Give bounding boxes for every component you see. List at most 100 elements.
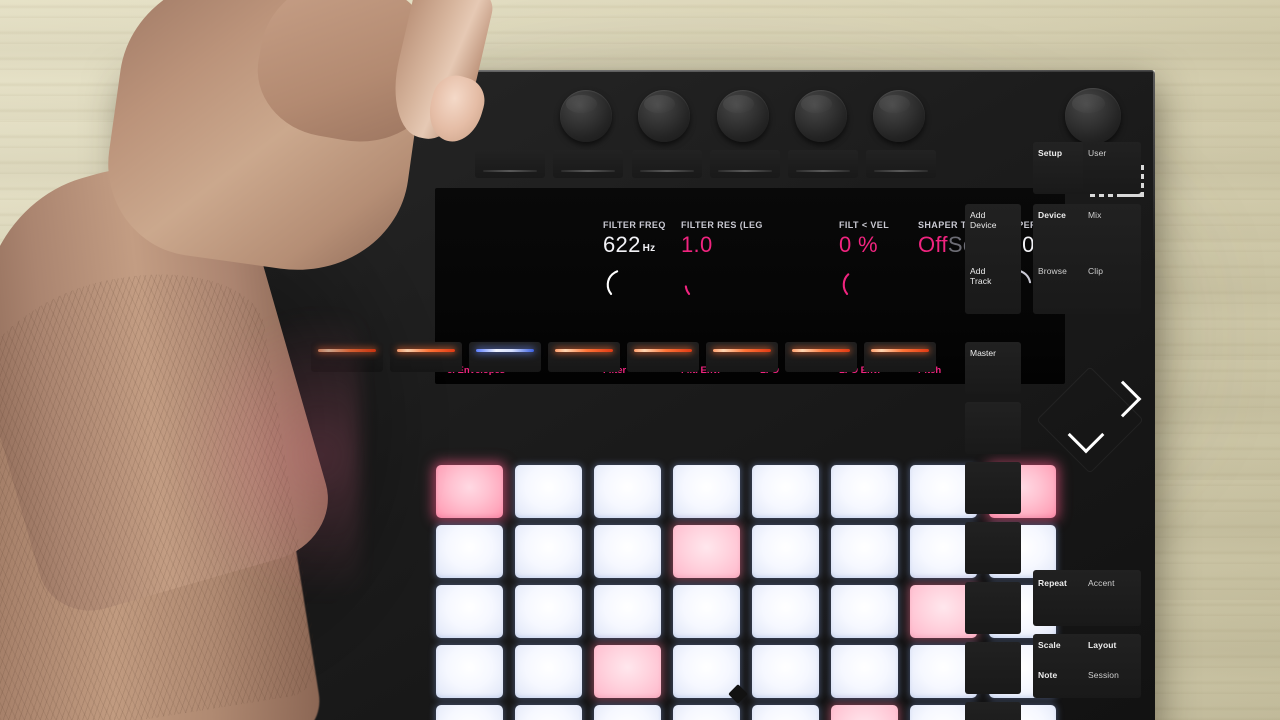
display-button-5[interactable] — [788, 150, 858, 178]
mix-button[interactable]: Mix — [1083, 204, 1133, 254]
clip-label: Clip — [1088, 266, 1104, 276]
scale-button[interactable]: Scale — [1033, 634, 1083, 664]
pad-r3c1[interactable] — [436, 585, 503, 638]
pad-r1c3[interactable] — [594, 465, 661, 518]
display-button-3[interactable] — [632, 150, 702, 178]
session-label: Session — [1088, 670, 1119, 680]
pad-r3c2[interactable] — [515, 585, 582, 638]
pad-r1c5[interactable] — [752, 465, 819, 518]
track-select-button-3[interactable] — [469, 342, 541, 372]
setup-button[interactable]: Setup — [1033, 142, 1083, 192]
scene-button-a[interactable] — [965, 462, 1021, 514]
filter-freq-encoder-arc — [606, 269, 638, 295]
add-track-button[interactable]: Add Track — [965, 260, 1021, 310]
display-button-2[interactable] — [553, 150, 623, 178]
display-button-4[interactable] — [710, 150, 780, 178]
layout-label: Layout — [1088, 640, 1117, 650]
track-led-3 — [476, 349, 534, 352]
filt-vel-value: 0 % — [839, 232, 878, 257]
display-button-1[interactable] — [475, 150, 545, 178]
session-button[interactable]: Session — [1083, 664, 1133, 694]
tap-tempo-button[interactable]: Tap Tempo — [143, 140, 195, 184]
master-panel[interactable]: Master — [965, 342, 1021, 394]
display-col-filter-freq: FILTER FREQ 622 Hz — [603, 220, 685, 258]
track-knob-1[interactable] — [560, 90, 612, 142]
layout-button[interactable]: Layout — [1083, 634, 1133, 664]
track-select-button-4[interactable] — [548, 342, 620, 372]
browse-button[interactable]: Browse — [1033, 260, 1083, 310]
pad-r5c5[interactable] — [752, 705, 819, 720]
device-button[interactable]: Device — [1033, 204, 1083, 254]
delete-label: Delete — [149, 209, 176, 219]
pad-r5c1[interactable] — [436, 705, 503, 720]
user-button[interactable]: User — [1083, 142, 1133, 192]
accent-button[interactable]: Accent — [1083, 572, 1133, 622]
setup-label: Setup — [1038, 148, 1063, 158]
track-select-button-6[interactable] — [706, 342, 778, 372]
pad-r4c4[interactable] — [673, 645, 740, 698]
scene-button-e[interactable] — [965, 702, 1021, 720]
pad-r1c2[interactable] — [515, 465, 582, 518]
display-button-6[interactable] — [866, 150, 936, 178]
pad-r3c3[interactable] — [594, 585, 661, 638]
pad-r4c3[interactable] — [594, 645, 661, 698]
scene-button-d[interactable] — [965, 642, 1021, 694]
navigation-pad[interactable] — [1036, 366, 1146, 476]
pad-r2c5[interactable] — [752, 525, 819, 578]
track-led-1 — [318, 349, 376, 352]
user-label: User — [1088, 148, 1107, 158]
chevron-down-icon[interactable] — [1073, 422, 1099, 448]
track-led-8 — [871, 349, 929, 352]
note-button[interactable]: Note — [1033, 664, 1083, 694]
pad-r4c5[interactable] — [752, 645, 819, 698]
chevron-right-icon[interactable] — [1110, 386, 1136, 412]
add-device-button[interactable]: Add Device — [965, 204, 1021, 254]
filter-freq-unit: Hz — [642, 243, 656, 254]
pad-r3c4[interactable] — [673, 585, 740, 638]
track-select-button-2[interactable] — [390, 342, 462, 372]
tempo-knob[interactable] — [152, 88, 210, 146]
pad-r5c4[interactable] — [673, 705, 740, 720]
filter-freq-label: FILTER FREQ — [603, 220, 666, 230]
master-volume-knob[interactable] — [1065, 88, 1121, 144]
repeat-button[interactable]: Repeat — [1033, 572, 1083, 622]
pad-r2c4[interactable] — [673, 525, 740, 578]
pad-r1c1[interactable] — [436, 465, 503, 518]
pad-r2c1[interactable] — [436, 525, 503, 578]
pad-r5c3[interactable] — [594, 705, 661, 720]
stop-clip-button[interactable] — [965, 402, 1021, 454]
track-select-button-5[interactable] — [627, 342, 699, 372]
push-controller-body: Tap Tempo Delete Undo FILTER FREQ 622 Hz… — [125, 70, 1155, 720]
pad-r4c6[interactable] — [831, 645, 898, 698]
pad-r2c2[interactable] — [515, 525, 582, 578]
delete-button[interactable]: Delete — [143, 202, 195, 246]
pad-r1c4[interactable] — [673, 465, 740, 518]
undo-button[interactable]: Undo — [143, 254, 195, 298]
pad-r4c1[interactable] — [436, 645, 503, 698]
track-led-6 — [713, 349, 771, 352]
pad-r3c6[interactable] — [831, 585, 898, 638]
display-col-filt-vel: FILT < VEL 0 % — [839, 220, 921, 258]
track-knob-4[interactable] — [795, 90, 847, 142]
track-knob-3[interactable] — [717, 90, 769, 142]
track-select-button-1[interactable] — [311, 342, 383, 372]
pad-r5c2[interactable] — [515, 705, 582, 720]
pad-r5c6[interactable] — [831, 705, 898, 720]
track-select-button-8[interactable] — [864, 342, 936, 372]
scene-button-c[interactable] — [965, 582, 1021, 634]
track-select-button-7[interactable] — [785, 342, 857, 372]
clip-button[interactable]: Clip — [1083, 260, 1133, 310]
accent-label: Accent — [1088, 578, 1115, 588]
pad-r2c6[interactable] — [831, 525, 898, 578]
pad-r2c3[interactable] — [594, 525, 661, 578]
add-device-label: Add Device — [970, 210, 997, 230]
track-led-5 — [634, 349, 692, 352]
filter-freq-value: 622 — [603, 232, 641, 257]
pad-r1c6[interactable] — [831, 465, 898, 518]
scene-button-b[interactable] — [965, 522, 1021, 574]
device-label: Device — [1038, 210, 1067, 220]
track-knob-2[interactable] — [638, 90, 690, 142]
pad-r3c5[interactable] — [752, 585, 819, 638]
track-knob-5[interactable] — [873, 90, 925, 142]
pad-r4c2[interactable] — [515, 645, 582, 698]
